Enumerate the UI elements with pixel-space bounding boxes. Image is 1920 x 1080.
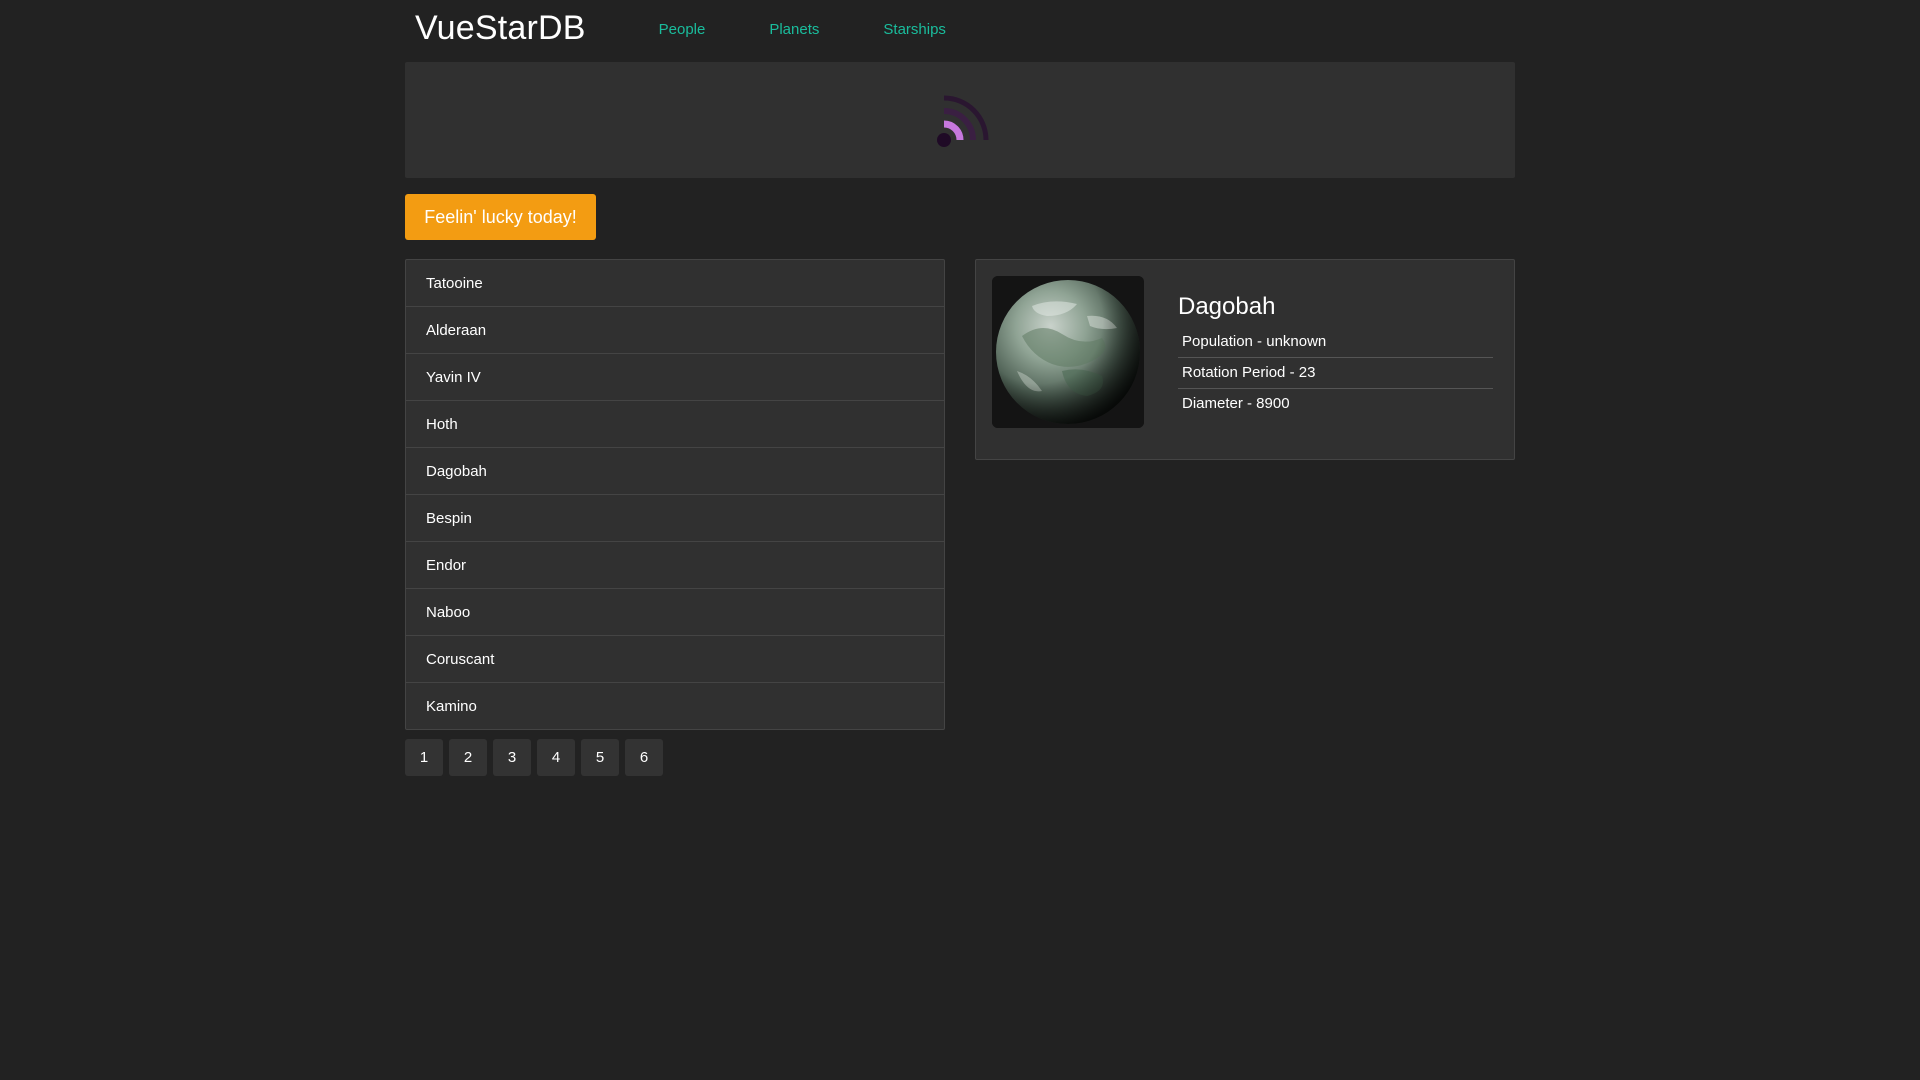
planet-property-population: Population - unknown <box>1178 327 1493 358</box>
page-button-3[interactable]: 3 <box>493 739 531 776</box>
planet-details-card: Dagobah Population - unknown Rotation Pe… <box>975 259 1515 460</box>
planet-property-rotation-period: Rotation Period - 23 <box>1178 358 1493 389</box>
page-button-2[interactable]: 2 <box>449 739 487 776</box>
list-item[interactable]: Yavin IV <box>406 354 944 401</box>
pagination: 1 2 3 4 5 6 <box>405 739 663 776</box>
planet-name: Dagobah <box>1178 293 1276 320</box>
feelin-lucky-button[interactable]: Feelin' lucky today! <box>405 194 596 240</box>
list-item[interactable]: Dagobah <box>406 448 944 495</box>
page-button-4[interactable]: 4 <box>537 739 575 776</box>
random-planet-banner <box>405 62 1515 178</box>
planet-info: Dagobah Population - unknown Rotation Pe… <box>1178 293 1493 419</box>
list-item[interactable]: Coruscant <box>406 636 944 683</box>
list-item[interactable]: Naboo <box>406 589 944 636</box>
list-item[interactable]: Endor <box>406 542 944 589</box>
list-item[interactable]: Bespin <box>406 495 944 542</box>
top-navbar: VueStarDB People Planets Starships <box>405 0 1515 56</box>
brand-logo[interactable]: VueStarDB <box>415 9 586 48</box>
page-button-5[interactable]: 5 <box>581 739 619 776</box>
planet-image <box>992 276 1144 428</box>
nav-link-people[interactable]: People <box>659 19 706 38</box>
planet-list: Tatooine Alderaan Yavin IV Hoth Dagobah … <box>405 259 945 730</box>
main-nav: People Planets Starships <box>659 19 1010 38</box>
nav-link-starships[interactable]: Starships <box>883 19 946 38</box>
loading-spinner-icon <box>937 95 989 147</box>
list-item[interactable]: Kamino <box>406 683 944 729</box>
list-item[interactable]: Alderaan <box>406 307 944 354</box>
nav-link-planets[interactable]: Planets <box>769 19 819 38</box>
planet-property-diameter: Diameter - 8900 <box>1182 395 1290 412</box>
planet-globe-icon <box>992 276 1144 428</box>
page-button-1[interactable]: 1 <box>405 739 443 776</box>
page-button-6[interactable]: 6 <box>625 739 663 776</box>
list-item[interactable]: Tatooine <box>406 260 944 307</box>
list-item[interactable]: Hoth <box>406 401 944 448</box>
app-container: VueStarDB People Planets Starships Feeli… <box>405 0 1515 776</box>
